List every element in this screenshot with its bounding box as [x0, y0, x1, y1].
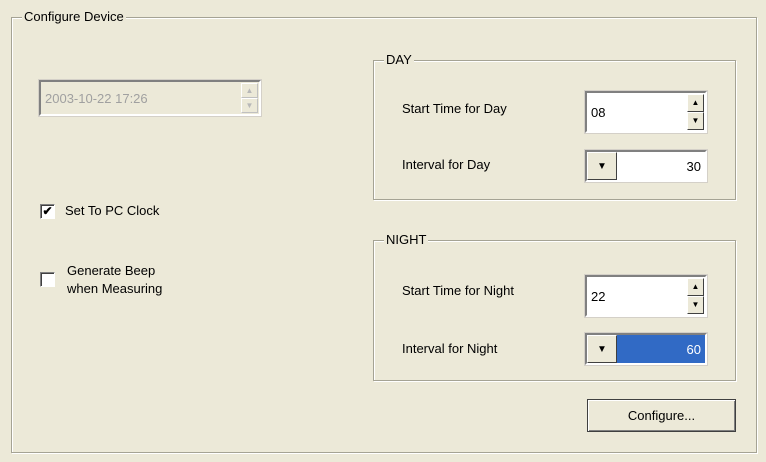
day-start-label: Start Time for Day: [402, 101, 507, 116]
datetime-down-icon: ▼: [241, 98, 258, 113]
day-start-spinner-field[interactable]: 08 ▲ ▼: [584, 90, 708, 134]
generate-beep-checkbox[interactable]: [40, 272, 55, 287]
day-interval-field[interactable]: ▼ 30: [584, 149, 708, 183]
night-interval-label: Interval for Night: [402, 341, 498, 356]
night-start-spinner[interactable]: ▲ ▼: [687, 278, 704, 314]
day-group-title: DAY: [384, 52, 414, 68]
day-interval-dropdown-icon[interactable]: ▼: [587, 152, 617, 180]
day-interval-label: Interval for Day: [402, 157, 491, 172]
night-interval-dropdown-icon[interactable]: ▼: [587, 335, 617, 363]
datetime-field: 2003-10-22 17:26 ▲ ▼: [38, 79, 262, 117]
set-pc-clock-checkbox[interactable]: ✔: [40, 204, 55, 219]
night-start-label: Start Time for Night: [402, 283, 514, 298]
night-interval-field[interactable]: ▼ 60: [584, 332, 708, 366]
night-group-title: NIGHT: [384, 232, 429, 248]
datetime-spinner: ▲ ▼: [241, 83, 258, 113]
night-start-value[interactable]: 22: [587, 277, 609, 315]
day-start-value[interactable]: 08: [587, 93, 609, 131]
night-start-up-icon[interactable]: ▲: [687, 278, 704, 296]
day-start-down-icon[interactable]: ▼: [687, 112, 704, 130]
configure-device-title: Configure Device: [22, 9, 126, 25]
day-start-up-icon[interactable]: ▲: [687, 94, 704, 112]
generate-beep-label-line1[interactable]: Generate Beep: [67, 263, 155, 279]
generate-beep-label-line2[interactable]: when Measuring: [67, 281, 162, 297]
day-interval-value[interactable]: 30: [617, 152, 705, 180]
configure-button[interactable]: Configure...: [587, 399, 736, 432]
set-pc-clock-label[interactable]: Set To PC Clock: [65, 203, 159, 219]
night-interval-value[interactable]: 60: [617, 335, 705, 363]
night-start-spinner-field[interactable]: 22 ▲ ▼: [584, 274, 708, 318]
datetime-value: 2003-10-22 17:26: [45, 90, 148, 106]
night-start-down-icon[interactable]: ▼: [687, 296, 704, 314]
datetime-up-icon: ▲: [241, 83, 258, 98]
day-start-spinner[interactable]: ▲ ▼: [687, 94, 704, 130]
